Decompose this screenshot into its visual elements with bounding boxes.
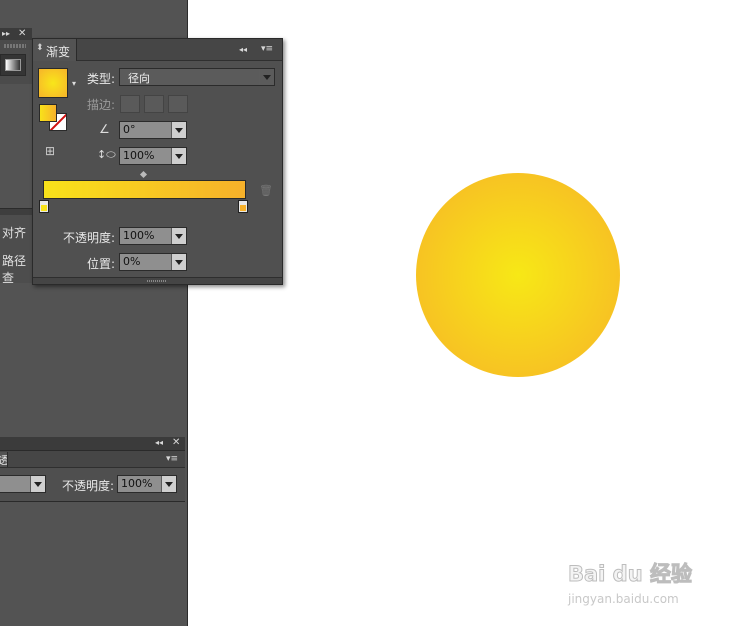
stop-color-chip <box>240 205 246 211</box>
grip-icon <box>4 44 26 48</box>
angle-dropdown[interactable]: 0° <box>119 121 187 139</box>
panel-menu-icon[interactable]: ▾≡ <box>261 44 273 54</box>
collapse-icon[interactable]: ◂◂ <box>239 45 247 55</box>
resize-grip-icon <box>147 280 167 282</box>
mini-panel-body <box>0 40 32 84</box>
panel-menu-icon[interactable]: ▾≡ <box>166 454 178 464</box>
midpoint-diamond[interactable] <box>139 170 148 179</box>
stop-opacity-value: 100% <box>123 229 155 242</box>
chevron-down-icon <box>171 228 186 244</box>
type-label: 类型: <box>87 72 116 86</box>
gradient-panel-title: 渐变 <box>46 45 71 59</box>
tab-toggle-icon: ⬍ <box>36 43 44 53</box>
align-panel-body: 对齐 路径查 <box>0 215 32 286</box>
tab-gradient[interactable]: ⬍ 渐变 <box>33 39 77 61</box>
angle-icon: ∠ <box>99 122 110 136</box>
gradient-type-value: 径向 <box>128 72 150 85</box>
stop-opacity-dropdown[interactable]: 100% <box>119 227 187 245</box>
chevron-down-icon <box>30 476 45 492</box>
transparency-panel-body: 不透明度: 100% <box>0 468 185 502</box>
aspect-ratio-value: 100% <box>123 149 155 162</box>
close-icon[interactable]: ✕ <box>18 29 26 39</box>
stop-color-chip <box>41 205 47 211</box>
gradient-panel-tabbar: ⬍ 渐变 ◂◂ ▾≡ <box>33 39 282 61</box>
aspect-ratio-dropdown[interactable]: 100% <box>119 147 187 165</box>
chevron-down-icon <box>161 476 176 492</box>
transparency-panel-header: ◂◂ ✕ <box>0 437 185 450</box>
chevron-down-icon <box>171 254 186 270</box>
gradient-slider[interactable] <box>43 180 246 199</box>
tab-transparency[interactable]: 透 <box>0 452 8 467</box>
gradient-panel: ⬍ 渐变 ◂◂ ▾≡ ▾ ⊞ 类型: 径向 描边: ∠ 0° ↕⬭ 100% 🗑 <box>32 38 283 285</box>
collapse-icon[interactable]: ▸▸ <box>2 29 10 39</box>
delete-stop-icon[interactable]: 🗑 <box>259 184 273 197</box>
gradient-circle-artwork[interactable] <box>416 173 620 377</box>
gradient-tool-button[interactable] <box>0 54 26 76</box>
tab-align[interactable]: 对齐 <box>2 224 26 241</box>
chevron-down-icon <box>171 122 186 138</box>
fill-swatch[interactable] <box>39 104 57 122</box>
aspect-ratio-icon: ↕⬭ <box>97 148 116 161</box>
stroke-along-button[interactable] <box>144 95 164 113</box>
opacity-value: 100% <box>121 477 153 490</box>
align-panel-header <box>0 208 32 215</box>
gradient-type-dropdown[interactable]: 径向 <box>119 68 275 86</box>
close-icon[interactable]: ✕ <box>172 438 180 448</box>
stroke-across-button[interactable] <box>168 95 188 113</box>
stroke-within-button[interactable] <box>120 95 140 113</box>
chevron-down-icon <box>259 69 274 85</box>
blend-mode-dropdown[interactable] <box>0 475 46 493</box>
mini-panel-header: ▸▸ ✕ <box>0 28 32 40</box>
collapse-icon[interactable]: ◂◂ <box>155 438 163 448</box>
watermark-brand: Bai du 经验 <box>568 562 693 587</box>
angle-value: 0° <box>123 123 136 136</box>
tab-pathfinder[interactable]: 路径查 <box>2 252 32 286</box>
stop-location-value: 0% <box>123 255 141 268</box>
reverse-gradient-icon[interactable]: ⊞ <box>45 144 55 158</box>
stop-location-dropdown[interactable]: 0% <box>119 253 187 271</box>
opacity-label: 不透明度: <box>62 479 115 493</box>
watermark-url: jingyan.baidu.com <box>568 592 679 606</box>
transparency-panel-tabbar: 透 ▾≡ <box>0 450 185 468</box>
gradient-thumbnail[interactable] <box>38 68 68 98</box>
opacity-dropdown[interactable]: 100% <box>117 475 177 493</box>
chevron-down-icon[interactable]: ▾ <box>72 79 76 88</box>
color-stop-end[interactable] <box>238 200 248 213</box>
stroke-label: 描边: <box>87 98 116 112</box>
resize-bar[interactable] <box>33 277 282 284</box>
watermark: Bai du 经验 jingyan.baidu.com <box>568 546 738 612</box>
location-label: 位置: <box>87 257 116 271</box>
gradient-swatch-icon <box>5 59 21 71</box>
color-stop-start[interactable] <box>39 200 49 213</box>
opacity-label: 不透明度: <box>63 231 116 245</box>
chevron-down-icon <box>171 148 186 164</box>
